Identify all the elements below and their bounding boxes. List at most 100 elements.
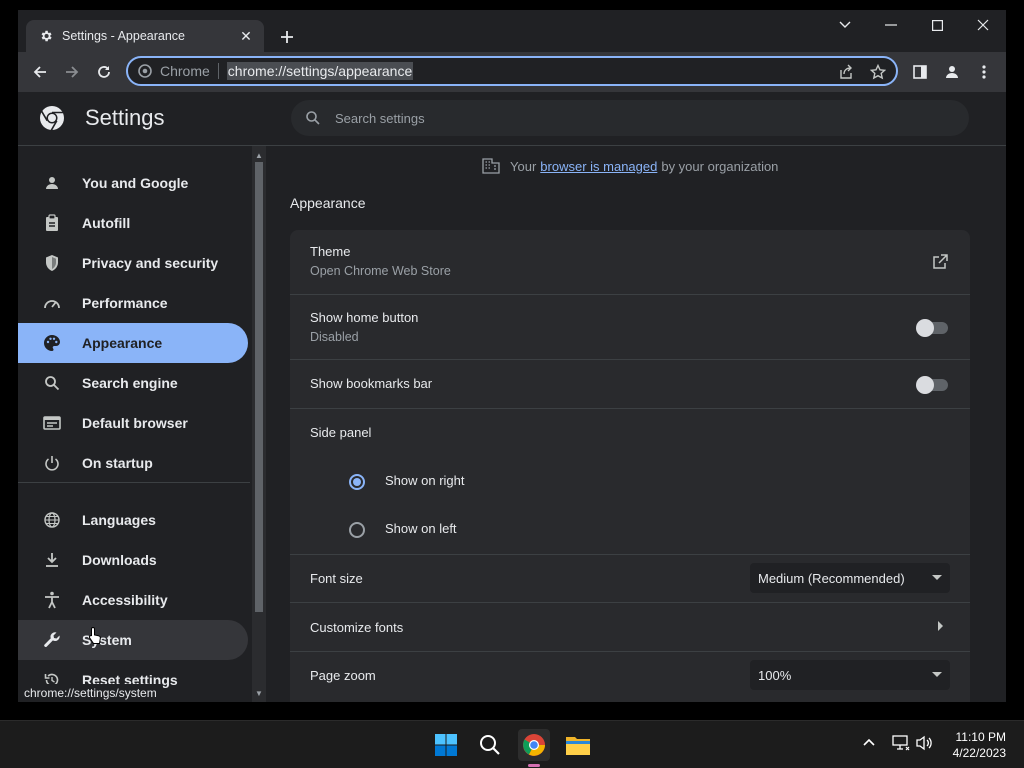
sidebar-item-default-browser[interactable]: Default browser	[18, 403, 248, 443]
chevron-right-icon	[938, 621, 944, 634]
search-icon	[305, 110, 321, 126]
bookmarks-bar-row: Show bookmarks bar	[290, 359, 970, 408]
bookmark-star-icon[interactable]	[868, 62, 888, 82]
network-icon[interactable]	[892, 735, 910, 751]
volume-icon[interactable]	[916, 735, 934, 751]
open-in-new-icon[interactable]	[932, 254, 948, 275]
page-zoom-row: Page zoom 100%	[290, 651, 970, 702]
system-clock[interactable]: 11:10 PM 4/22/2023	[953, 729, 1006, 761]
taskbar-search-icon[interactable]	[474, 729, 506, 761]
browser-icon	[42, 413, 62, 433]
managed-link[interactable]: browser is managed	[540, 159, 657, 174]
power-icon	[42, 453, 62, 473]
windows-start-icon[interactable]	[430, 729, 462, 761]
sidebar-item-appearance[interactable]: Appearance	[18, 323, 248, 363]
sidebar-item-you-and-google[interactable]: You and Google	[18, 163, 248, 203]
home-button-label: Show home button	[310, 310, 419, 325]
address-bar[interactable]: Chrome chrome://settings/appearance	[126, 56, 898, 86]
scroll-down-icon[interactable]: ▼	[254, 688, 264, 698]
desktop: Settings - Appearance ✕ Chrome chrome://…	[0, 0, 1024, 720]
managed-notice: Your browser is managed by your organiza…	[482, 158, 778, 174]
sidebar-item-accessibility[interactable]: Accessibility	[18, 580, 248, 620]
minimize-icon[interactable]	[868, 10, 914, 40]
managed-prefix: Your	[510, 158, 537, 174]
sidebar-item-label: You and Google	[82, 175, 189, 191]
sidebar-item-label: Languages	[82, 512, 156, 528]
reload-icon[interactable]	[92, 60, 116, 84]
sidebar-item-label: Default browser	[82, 415, 188, 431]
section-heading: Appearance	[290, 195, 366, 211]
tab-settings-appearance[interactable]: Settings - Appearance ✕	[26, 20, 264, 52]
theme-row[interactable]: Theme Open Chrome Web Store	[290, 230, 970, 294]
sidebar-item-downloads[interactable]: Downloads	[18, 540, 248, 580]
sidebar-item-performance[interactable]: Performance	[18, 283, 248, 323]
forward-icon[interactable]	[60, 60, 84, 84]
share-icon[interactable]	[836, 62, 856, 82]
close-window-icon[interactable]	[960, 10, 1006, 40]
taskbar-chrome-icon[interactable]	[518, 729, 550, 761]
shield-icon	[42, 253, 62, 273]
sidebar-item-autofill[interactable]: Autofill	[18, 203, 248, 243]
back-icon[interactable]	[28, 60, 52, 84]
sidebar-divider	[18, 482, 250, 483]
chrome-window: Settings - Appearance ✕ Chrome chrome://…	[18, 10, 1006, 702]
tray-overflow-icon[interactable]	[862, 735, 876, 749]
speedometer-icon	[42, 293, 62, 313]
new-tab-icon[interactable]	[276, 26, 298, 48]
close-tab-icon[interactable]: ✕	[238, 28, 254, 44]
page-title: Settings	[85, 105, 165, 130]
mouse-cursor-icon	[88, 626, 102, 651]
url-text[interactable]: chrome://settings/appearance	[226, 62, 414, 80]
radio-show-on-left[interactable]	[349, 522, 365, 538]
radio-show-on-right[interactable]	[349, 474, 365, 490]
dropdown-arrow-icon	[932, 672, 942, 677]
page-zoom-label: Page zoom	[310, 668, 376, 683]
side-panel-row: Side panel Show on right Show on left	[290, 408, 970, 554]
radio-show-on-left-label[interactable]: Show on left	[385, 521, 457, 536]
home-button-toggle[interactable]	[916, 319, 948, 337]
page-zoom-value: 100%	[758, 667, 792, 683]
sidebar-item-label: Search engine	[82, 375, 178, 391]
download-icon	[42, 550, 62, 570]
tab-search-icon[interactable]	[822, 10, 868, 40]
chrome-icon	[138, 64, 152, 78]
bookmarks-bar-label: Show bookmarks bar	[310, 376, 433, 391]
sidebar-item-label: Downloads	[82, 552, 157, 568]
font-size-value: Medium (Recommended)	[758, 570, 905, 586]
scroll-up-icon[interactable]: ▲	[254, 150, 264, 160]
managed-suffix: by your organization	[661, 158, 779, 174]
sidebar-item-privacy-and-security[interactable]: Privacy and security	[18, 243, 248, 283]
wrench-icon	[42, 630, 62, 650]
search-icon	[42, 373, 62, 393]
sidebar-item-search-engine[interactable]: Search engine	[18, 363, 248, 403]
file-explorer-icon[interactable]	[562, 729, 594, 761]
side-panel-icon[interactable]	[908, 60, 932, 84]
dropdown-arrow-icon	[932, 575, 942, 580]
home-button-row: Show home button Disabled	[290, 294, 970, 359]
sidebar-item-on-startup[interactable]: On startup	[18, 443, 248, 483]
page-zoom-select[interactable]: 100%	[750, 660, 950, 690]
sidebar-item-label: Accessibility	[82, 592, 168, 608]
profile-icon[interactable]	[940, 60, 964, 84]
sidebar-item-system[interactable]: System	[18, 620, 248, 660]
maximize-icon[interactable]	[914, 10, 960, 40]
search-input[interactable]: Search settings	[291, 100, 969, 136]
customize-fonts-row[interactable]: Customize fonts	[290, 602, 970, 651]
clipboard-icon	[42, 213, 62, 233]
sidebar-item-languages[interactable]: Languages	[18, 500, 248, 540]
theme-sublabel: Open Chrome Web Store	[310, 264, 451, 278]
settings-sidebar: You and Google Autofill Privacy and secu…	[18, 146, 268, 702]
clock-date: 4/22/2023	[952, 746, 1006, 760]
sidebar-item-label: Appearance	[82, 335, 163, 351]
accessibility-icon	[42, 590, 62, 610]
radio-show-on-right-label[interactable]: Show on right	[385, 473, 465, 488]
more-menu-icon[interactable]	[972, 60, 996, 84]
site-info[interactable]: Chrome	[138, 63, 219, 79]
active-app-indicator	[528, 764, 540, 767]
tab-title: Settings - Appearance	[62, 29, 185, 43]
gear-icon	[38, 28, 54, 44]
sidebar-item-label: On startup	[82, 455, 153, 471]
sidebar-scroll-thumb[interactable]	[255, 162, 263, 612]
font-size-select[interactable]: Medium (Recommended)	[750, 563, 950, 593]
bookmarks-bar-toggle[interactable]	[916, 376, 948, 394]
